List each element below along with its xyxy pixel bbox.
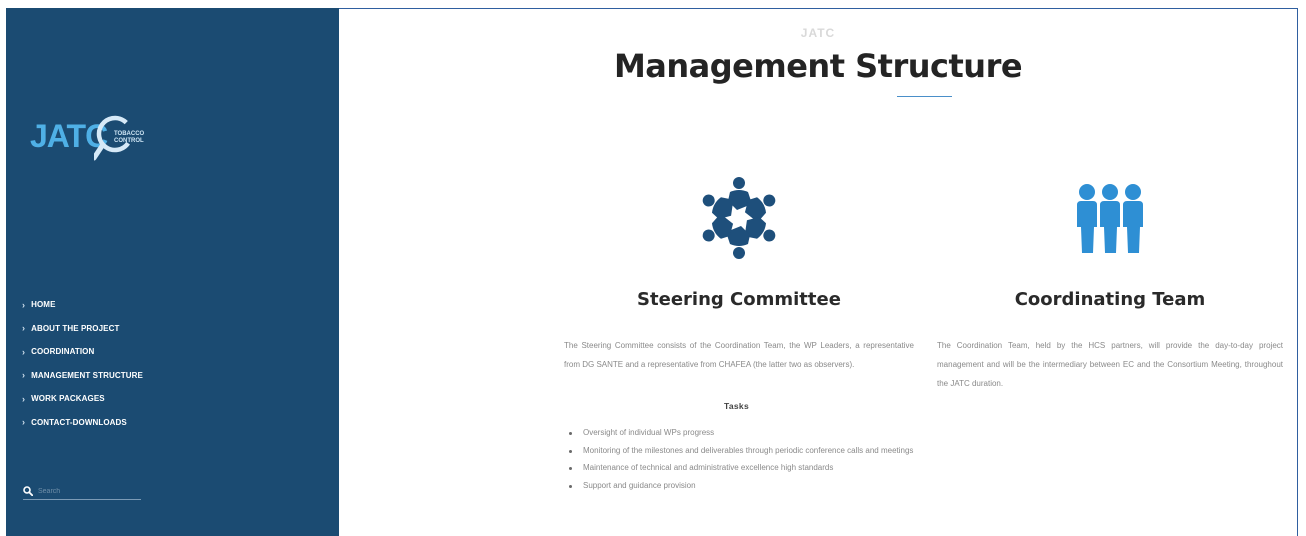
nav-item-label: MANAGEMENT STRUCTURE — [31, 370, 143, 380]
nav-item-label: HOME — [31, 300, 56, 310]
steering-committee-description: The Steering Committee consists of the C… — [564, 341, 914, 369]
nav-item-work-packages[interactable]: › WORK PACKAGES — [22, 387, 143, 411]
nav-item-contact-downloads[interactable]: › CONTACT-DOWNLOADS — [22, 411, 143, 435]
sidebar: JATC TOBACCO CONTROL › HOME › ABOUT THE PR… — [6, 8, 339, 536]
list-item: Maintenance of technical and administrat… — [564, 459, 914, 477]
nav-item-label: CONTACT-DOWNLOADS — [31, 417, 127, 427]
coordinating-team-description: The Coordination Team, held by the HCS p… — [937, 341, 1283, 388]
chevron-right-icon: › — [22, 393, 26, 404]
main-content: JATC Management Structure Steering Commi… — [339, 9, 1297, 536]
tasks-list: Oversight of individual WPs progress Mon… — [564, 424, 914, 494]
nav-item-label: WORK PACKAGES — [31, 394, 105, 404]
title-divider — [897, 96, 952, 97]
site-logo[interactable]: JATC TOBACCO CONTROL — [30, 112, 160, 168]
tasks-heading: Tasks — [724, 401, 749, 411]
chevron-right-icon: › — [22, 370, 26, 381]
logo-subtext-line-2: CONTROL — [114, 138, 144, 144]
section-kicker: JATC — [800, 26, 836, 40]
chevron-right-icon: › — [22, 299, 26, 310]
list-item: Monitoring of the milestones and deliver… — [564, 442, 914, 460]
search-icon[interactable] — [23, 486, 33, 496]
logo-subtext-line-1: TOBACCO — [114, 131, 145, 137]
nav-item-label: COORDINATION — [31, 347, 95, 357]
team-icon — [1077, 184, 1143, 253]
chevron-right-icon: › — [22, 346, 26, 357]
list-item: Oversight of individual WPs progress — [564, 424, 914, 442]
steering-committee-heading: Steering Committee — [637, 289, 841, 310]
nav-item-home[interactable]: › HOME — [22, 293, 143, 317]
nav-item-management-structure[interactable]: › MANAGEMENT STRUCTURE — [22, 364, 143, 388]
coordinating-team-heading: Coordinating Team — [1014, 289, 1206, 310]
nav-item-label: ABOUT THE PROJECT — [31, 323, 120, 333]
search-input[interactable] — [33, 487, 128, 495]
circle-of-people-icon — [702, 177, 776, 259]
search-bar — [23, 483, 141, 500]
list-item: Support and guidance provision — [564, 477, 914, 495]
chevron-right-icon: › — [22, 323, 26, 334]
chevron-right-icon: › — [22, 417, 26, 428]
nav-item-about[interactable]: › ABOUT THE PROJECT — [22, 317, 143, 341]
page-title: Management Structure — [613, 47, 1023, 85]
main-nav: › HOME › ABOUT THE PROJECT › COORDINATION ›… — [22, 293, 143, 434]
nav-item-coordination[interactable]: › COORDINATION — [22, 340, 143, 364]
